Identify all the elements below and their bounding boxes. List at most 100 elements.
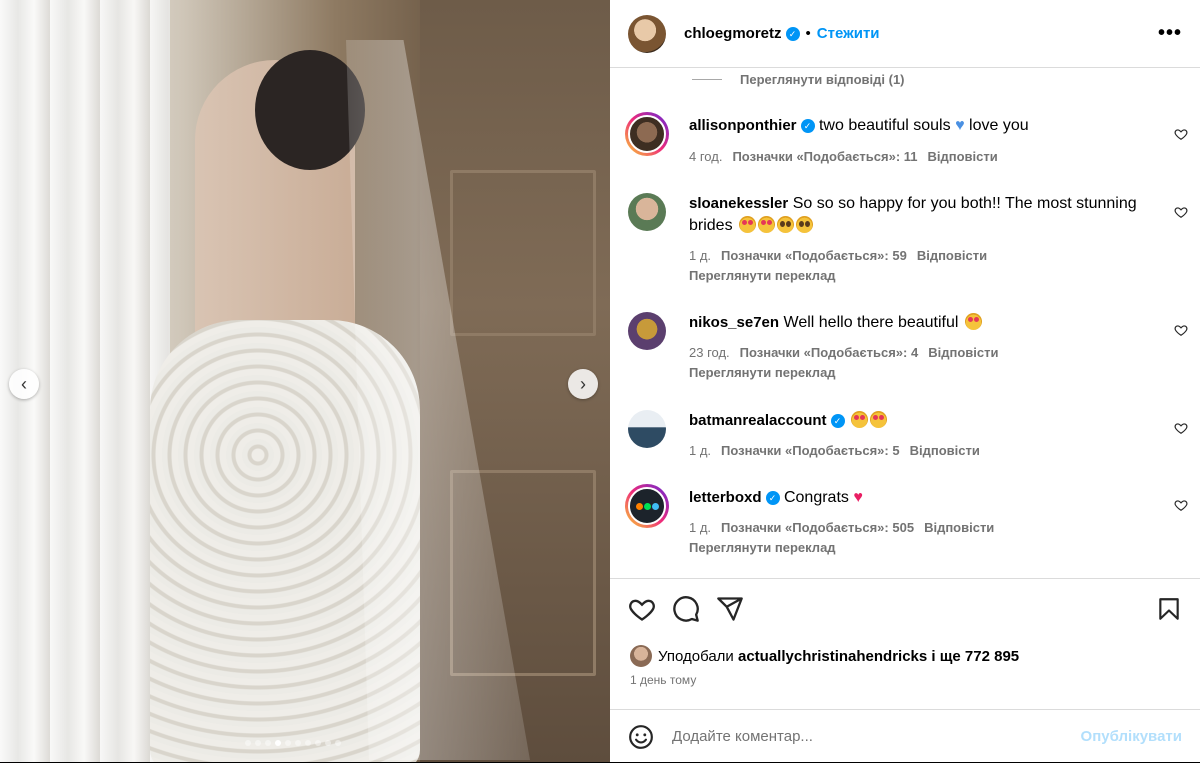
- commenter-avatar[interactable]: [628, 410, 666, 448]
- see-translation-link[interactable]: Переглянути переклад: [689, 268, 836, 283]
- reply-button[interactable]: Відповісти: [910, 443, 980, 458]
- like-comment-heart-icon[interactable]: [1174, 421, 1188, 435]
- carousel-dot: [295, 740, 301, 746]
- post-media[interactable]: ‹ ›: [0, 0, 610, 762]
- share-icon[interactable]: [716, 595, 744, 623]
- liker-username[interactable]: actuallychristinahendricks: [738, 648, 927, 665]
- comment-time[interactable]: 1 д.: [689, 248, 711, 263]
- carousel-prev-button[interactable]: ‹: [9, 369, 39, 399]
- verified-badge-icon: ✓: [765, 490, 780, 505]
- comment-meta: 1 д. Позначки «Подобається»: 59 Відповіс…: [689, 248, 987, 263]
- comment-likes[interactable]: Позначки «Подобається»: 4: [740, 345, 919, 360]
- action-icons: [628, 595, 744, 623]
- emoji-icon[interactable]: [628, 724, 654, 750]
- bookmark-icon[interactable]: [1156, 595, 1182, 623]
- verified-badge-icon: ✓: [830, 413, 845, 428]
- carousel-dot: [285, 740, 291, 746]
- post-header: chloegmoretz ✓ • Стежити •••: [610, 0, 1200, 68]
- reply-button[interactable]: Відповісти: [928, 345, 998, 360]
- comment-input[interactable]: [670, 727, 1081, 746]
- heart-eyes-emoji-icon: [870, 411, 887, 428]
- comment-text: letterboxd ✓ Congrats ♥: [689, 487, 1159, 509]
- comment-username[interactable]: sloanekessler: [689, 195, 788, 212]
- post-panel: chloegmoretz ✓ • Стежити ••• Переглянути…: [610, 0, 1200, 762]
- comment-body: two beautiful souls: [818, 117, 951, 134]
- heart-icon[interactable]: [628, 595, 656, 623]
- heart-eyes-emoji-icon: [758, 216, 776, 233]
- like-comment-heart-icon[interactable]: [1174, 127, 1188, 141]
- comment-time[interactable]: 23 год.: [689, 345, 730, 360]
- add-comment-bar: Опублікувати: [610, 709, 1200, 763]
- carousel-dot: [325, 740, 331, 746]
- comment-likes[interactable]: Позначки «Подобається»: 11: [732, 149, 917, 164]
- heart-eyes-emoji-icon: [851, 411, 868, 428]
- comment-likes[interactable]: Позначки «Подобається»: 5: [721, 443, 900, 458]
- comment-username[interactable]: letterboxd: [689, 489, 762, 506]
- comment-item: nikos_se7en Well hello there beautiful 2…: [628, 312, 1188, 382]
- view-replies-link[interactable]: Переглянути відповіді (1): [692, 72, 905, 87]
- author-username[interactable]: chloegmoretz: [684, 25, 782, 42]
- post-actions: Уподобали actuallychristinahendricks і щ…: [610, 578, 1200, 763]
- carousel-dot: [315, 740, 321, 746]
- reply-button[interactable]: Відповісти: [924, 520, 994, 535]
- like-comment-heart-icon[interactable]: [1174, 323, 1188, 337]
- comment-item: batmanrealaccount ✓ 1 д. Позначки «Подоба…: [628, 410, 1188, 460]
- more-options-icon[interactable]: •••: [1158, 22, 1182, 45]
- carousel-dot: [265, 740, 271, 746]
- commenter-avatar[interactable]: [625, 484, 669, 528]
- see-translation-link[interactable]: Переглянути переклад: [689, 540, 836, 555]
- comment-meta: 1 д. Позначки «Подобається»: 5 Відповіст…: [689, 443, 980, 458]
- comment-meta: 4 год. Позначки «Подобається»: 11 Відпов…: [689, 149, 998, 164]
- post-timestamp[interactable]: 1 день тому: [630, 673, 696, 687]
- publish-button[interactable]: Опублікувати: [1081, 728, 1182, 745]
- comments-list: Переглянути відповіді (1) allisonponthie…: [610, 69, 1200, 579]
- like-comment-heart-icon[interactable]: [1174, 205, 1188, 219]
- comment-item: allisonponthier ✓ two beautiful souls ♥ l…: [625, 112, 1188, 175]
- likes-prefix: Уподобали: [658, 647, 734, 665]
- comment-meta: 1 д. Позначки «Подобається»: 505 Відпові…: [689, 520, 994, 535]
- comment-time[interactable]: 1 д.: [689, 443, 711, 458]
- carousel-dots: [245, 740, 341, 746]
- comment-likes[interactable]: Позначки «Подобається»: 59: [721, 248, 907, 263]
- red-heart-emoji-icon: ♥: [853, 489, 863, 506]
- carousel-dot: [255, 740, 261, 746]
- follow-button[interactable]: Стежити: [817, 25, 880, 42]
- commenter-avatar[interactable]: [625, 112, 669, 156]
- wall-molding-top: [450, 170, 596, 336]
- comment-icon[interactable]: [672, 595, 700, 623]
- verified-badge-icon: ✓: [785, 26, 800, 41]
- comment-time[interactable]: 4 год.: [689, 149, 722, 164]
- comment-body: Well hello there beautiful: [783, 314, 959, 331]
- chevron-left-icon: ‹: [21, 373, 27, 394]
- carousel-dot: [245, 740, 251, 746]
- comment-item: sloanekessler So so so happy for you bot…: [628, 193, 1188, 285]
- reply-button[interactable]: Відповісти: [928, 149, 998, 164]
- pleading-face-emoji-icon: [796, 216, 814, 233]
- author-avatar[interactable]: [628, 14, 666, 53]
- heart-eyes-emoji-icon: [964, 313, 982, 330]
- comment-username[interactable]: allisonponthier: [689, 117, 797, 134]
- commenter-avatar[interactable]: [628, 312, 666, 350]
- view-replies-label: Переглянути відповіді (1): [740, 72, 905, 87]
- comment-text: nikos_se7en Well hello there beautiful: [689, 312, 1159, 334]
- comment-username[interactable]: nikos_se7en: [689, 314, 779, 331]
- comment-username[interactable]: batmanrealaccount: [689, 412, 827, 429]
- comment-time[interactable]: 1 д.: [689, 520, 711, 535]
- comment-item: letterboxd ✓ Congrats ♥ 1 д. Позначки «По…: [625, 484, 1188, 559]
- comment-body-after: love you: [969, 117, 1029, 134]
- carousel-dot: [275, 740, 281, 746]
- comment-likes[interactable]: Позначки «Подобається»: 505: [721, 520, 914, 535]
- commenter-avatar[interactable]: [628, 193, 666, 231]
- comment-meta: 23 год. Позначки «Подобається»: 4 Відпов…: [689, 345, 998, 360]
- chevron-right-icon: ›: [580, 373, 586, 394]
- likes-summary: Уподобали actuallychristinahendricks і щ…: [630, 645, 1019, 667]
- comment-text: sloanekessler So so so happy for you bot…: [689, 193, 1159, 237]
- see-translation-link[interactable]: Переглянути переклад: [689, 365, 836, 380]
- replies-line: [692, 79, 722, 80]
- carousel-next-button[interactable]: ›: [568, 369, 598, 399]
- like-comment-heart-icon[interactable]: [1174, 498, 1188, 512]
- likes-count[interactable]: і ще 772 895: [931, 648, 1019, 665]
- reply-button[interactable]: Відповісти: [917, 248, 987, 263]
- liker-avatar[interactable]: [630, 645, 652, 667]
- header-separator: •: [805, 25, 811, 42]
